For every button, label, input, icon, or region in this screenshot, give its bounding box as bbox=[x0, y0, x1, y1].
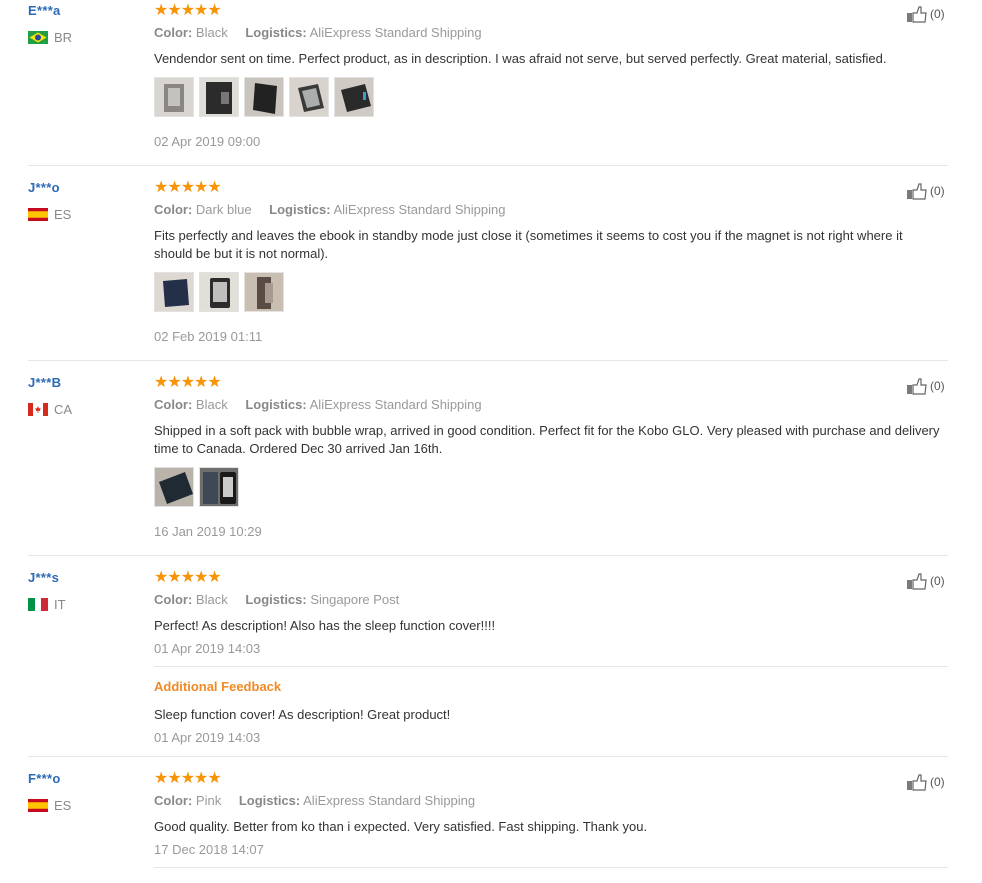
star-rating: ★★★★★ bbox=[154, 569, 222, 586]
helpful-button[interactable]: (0) bbox=[906, 182, 945, 200]
review-photos bbox=[154, 467, 239, 507]
color-value: Pink bbox=[195, 793, 222, 808]
star-rating: ★★★★★ bbox=[154, 374, 222, 391]
star-rating: ★★★★★ bbox=[154, 2, 222, 19]
thumbs-up-icon bbox=[907, 774, 927, 791]
color-value: Dark blue bbox=[195, 202, 252, 217]
review-meta: Color: Dark blue Logistics: AliExpress S… bbox=[154, 202, 505, 217]
review-divider bbox=[28, 756, 948, 757]
review-photo-thumbnail[interactable] bbox=[199, 77, 239, 117]
review-meta: Color: Pink Logistics: AliExpress Standa… bbox=[154, 793, 475, 808]
review-photo-thumbnail[interactable] bbox=[199, 272, 239, 312]
logistics-value: AliExpress Standard Shipping bbox=[303, 793, 476, 808]
review-photos bbox=[154, 77, 374, 117]
review-divider bbox=[154, 867, 948, 868]
logistics-label: Logistics: bbox=[269, 202, 331, 217]
helpful-button[interactable]: (0) bbox=[906, 5, 945, 23]
review-divider bbox=[28, 165, 948, 166]
country-code: BR bbox=[54, 30, 73, 45]
reviewer-name[interactable]: F***o bbox=[28, 771, 61, 786]
reviewer-country: ES bbox=[28, 207, 71, 222]
review-text: Shipped in a soft pack with bubble wrap,… bbox=[154, 423, 940, 456]
thumbs-up-icon bbox=[907, 378, 927, 395]
country-code: ES bbox=[54, 207, 72, 222]
logistics-value: AliExpress Standard Shipping bbox=[333, 202, 506, 217]
logistics-value: Singapore Post bbox=[310, 592, 400, 607]
country-code: IT bbox=[54, 597, 66, 612]
reviewer-country: IT bbox=[28, 597, 66, 612]
review-photo-thumbnail[interactable] bbox=[154, 77, 194, 117]
color-label: Color: bbox=[154, 592, 193, 607]
reviewer-country: BR bbox=[28, 30, 72, 45]
additional-feedback-title: Additional Feedback bbox=[154, 679, 282, 694]
helpful-count: (0) bbox=[930, 775, 945, 789]
review-divider bbox=[28, 555, 948, 556]
star-rating: ★★★★★ bbox=[154, 770, 222, 787]
review-date: 16 Jan 2019 10:29 bbox=[154, 524, 262, 539]
reviewer-country: ES bbox=[28, 798, 71, 813]
review-photo-thumbnail[interactable] bbox=[289, 77, 329, 117]
star-rating: ★★★★★ bbox=[154, 179, 222, 196]
additional-feedback-date: 01 Apr 2019 14:03 bbox=[154, 730, 261, 745]
review-photo-thumbnail[interactable] bbox=[244, 272, 284, 312]
helpful-count: (0) bbox=[930, 574, 945, 588]
review-date: 02 Apr 2019 09:00 bbox=[154, 134, 261, 149]
it-flag-icon bbox=[28, 598, 48, 611]
logistics-label: Logistics: bbox=[245, 397, 307, 412]
additional-feedback-text: Sleep function cover! As description! Gr… bbox=[154, 707, 451, 722]
review-text: Good quality. Better from ko than i expe… bbox=[154, 819, 648, 834]
review-meta: Color: Black Logistics: AliExpress Stand… bbox=[154, 397, 482, 412]
review-date: 02 Feb 2019 01:11 bbox=[154, 329, 263, 344]
logistics-label: Logistics: bbox=[238, 793, 301, 808]
review-photo-thumbnail[interactable] bbox=[244, 77, 284, 117]
review-photo-thumbnail[interactable] bbox=[199, 467, 239, 507]
review-text: Vendendor sent on time. Perfect product,… bbox=[154, 51, 887, 66]
color-label: Color: bbox=[154, 793, 193, 808]
review-meta: Color: Black Logistics: Singapore Post bbox=[154, 592, 399, 607]
color-label: Color: bbox=[154, 25, 193, 40]
helpful-count: (0) bbox=[930, 184, 945, 198]
logistics-value: AliExpress Standard Shipping bbox=[309, 397, 482, 412]
reviewer-name[interactable]: J***B bbox=[28, 375, 61, 390]
logistics-label: Logistics: bbox=[245, 25, 307, 40]
reviewer-name[interactable]: J***o bbox=[28, 180, 60, 195]
es-flag-icon bbox=[28, 208, 48, 221]
country-code: ES bbox=[54, 798, 72, 813]
helpful-button[interactable]: (0) bbox=[906, 377, 945, 395]
review-date: 17 Dec 2018 14:07 bbox=[154, 842, 264, 857]
logistics-label: Logistics: bbox=[245, 592, 307, 607]
country-code: CA bbox=[54, 402, 73, 417]
color-value: Black bbox=[195, 397, 228, 412]
review-photo-thumbnail[interactable] bbox=[154, 272, 194, 312]
additional-feedback-divider bbox=[154, 666, 948, 667]
logistics-value: AliExpress Standard Shipping bbox=[309, 25, 482, 40]
helpful-button[interactable]: (0) bbox=[906, 773, 945, 791]
review-meta: Color: Black Logistics: AliExpress Stand… bbox=[154, 25, 482, 40]
review-photo-thumbnail[interactable] bbox=[334, 77, 374, 117]
reviewer-country: CA bbox=[28, 402, 72, 417]
review-date: 01 Apr 2019 14:03 bbox=[154, 641, 261, 656]
review-text: Fits perfectly and leaves the ebook in s… bbox=[154, 228, 903, 261]
es-flag-icon bbox=[28, 799, 48, 812]
thumbs-up-icon bbox=[907, 573, 927, 590]
ca-flag-icon bbox=[28, 403, 48, 416]
color-label: Color: bbox=[154, 397, 193, 412]
review-text: Perfect! As description! Also has the sl… bbox=[154, 618, 496, 633]
review-photos bbox=[154, 272, 284, 312]
color-value: Black bbox=[195, 592, 228, 607]
thumbs-up-icon bbox=[907, 6, 927, 23]
br-flag-icon bbox=[28, 31, 48, 44]
thumbs-up-icon bbox=[907, 183, 927, 200]
reviewer-name[interactable]: E***a bbox=[28, 3, 61, 18]
color-value: Black bbox=[195, 25, 228, 40]
review-photo-thumbnail[interactable] bbox=[154, 467, 194, 507]
helpful-count: (0) bbox=[930, 379, 945, 393]
review-divider bbox=[28, 360, 948, 361]
helpful-count: (0) bbox=[930, 7, 945, 21]
reviewer-name[interactable]: J***s bbox=[28, 570, 59, 585]
helpful-button[interactable]: (0) bbox=[906, 572, 945, 590]
color-label: Color: bbox=[154, 202, 193, 217]
